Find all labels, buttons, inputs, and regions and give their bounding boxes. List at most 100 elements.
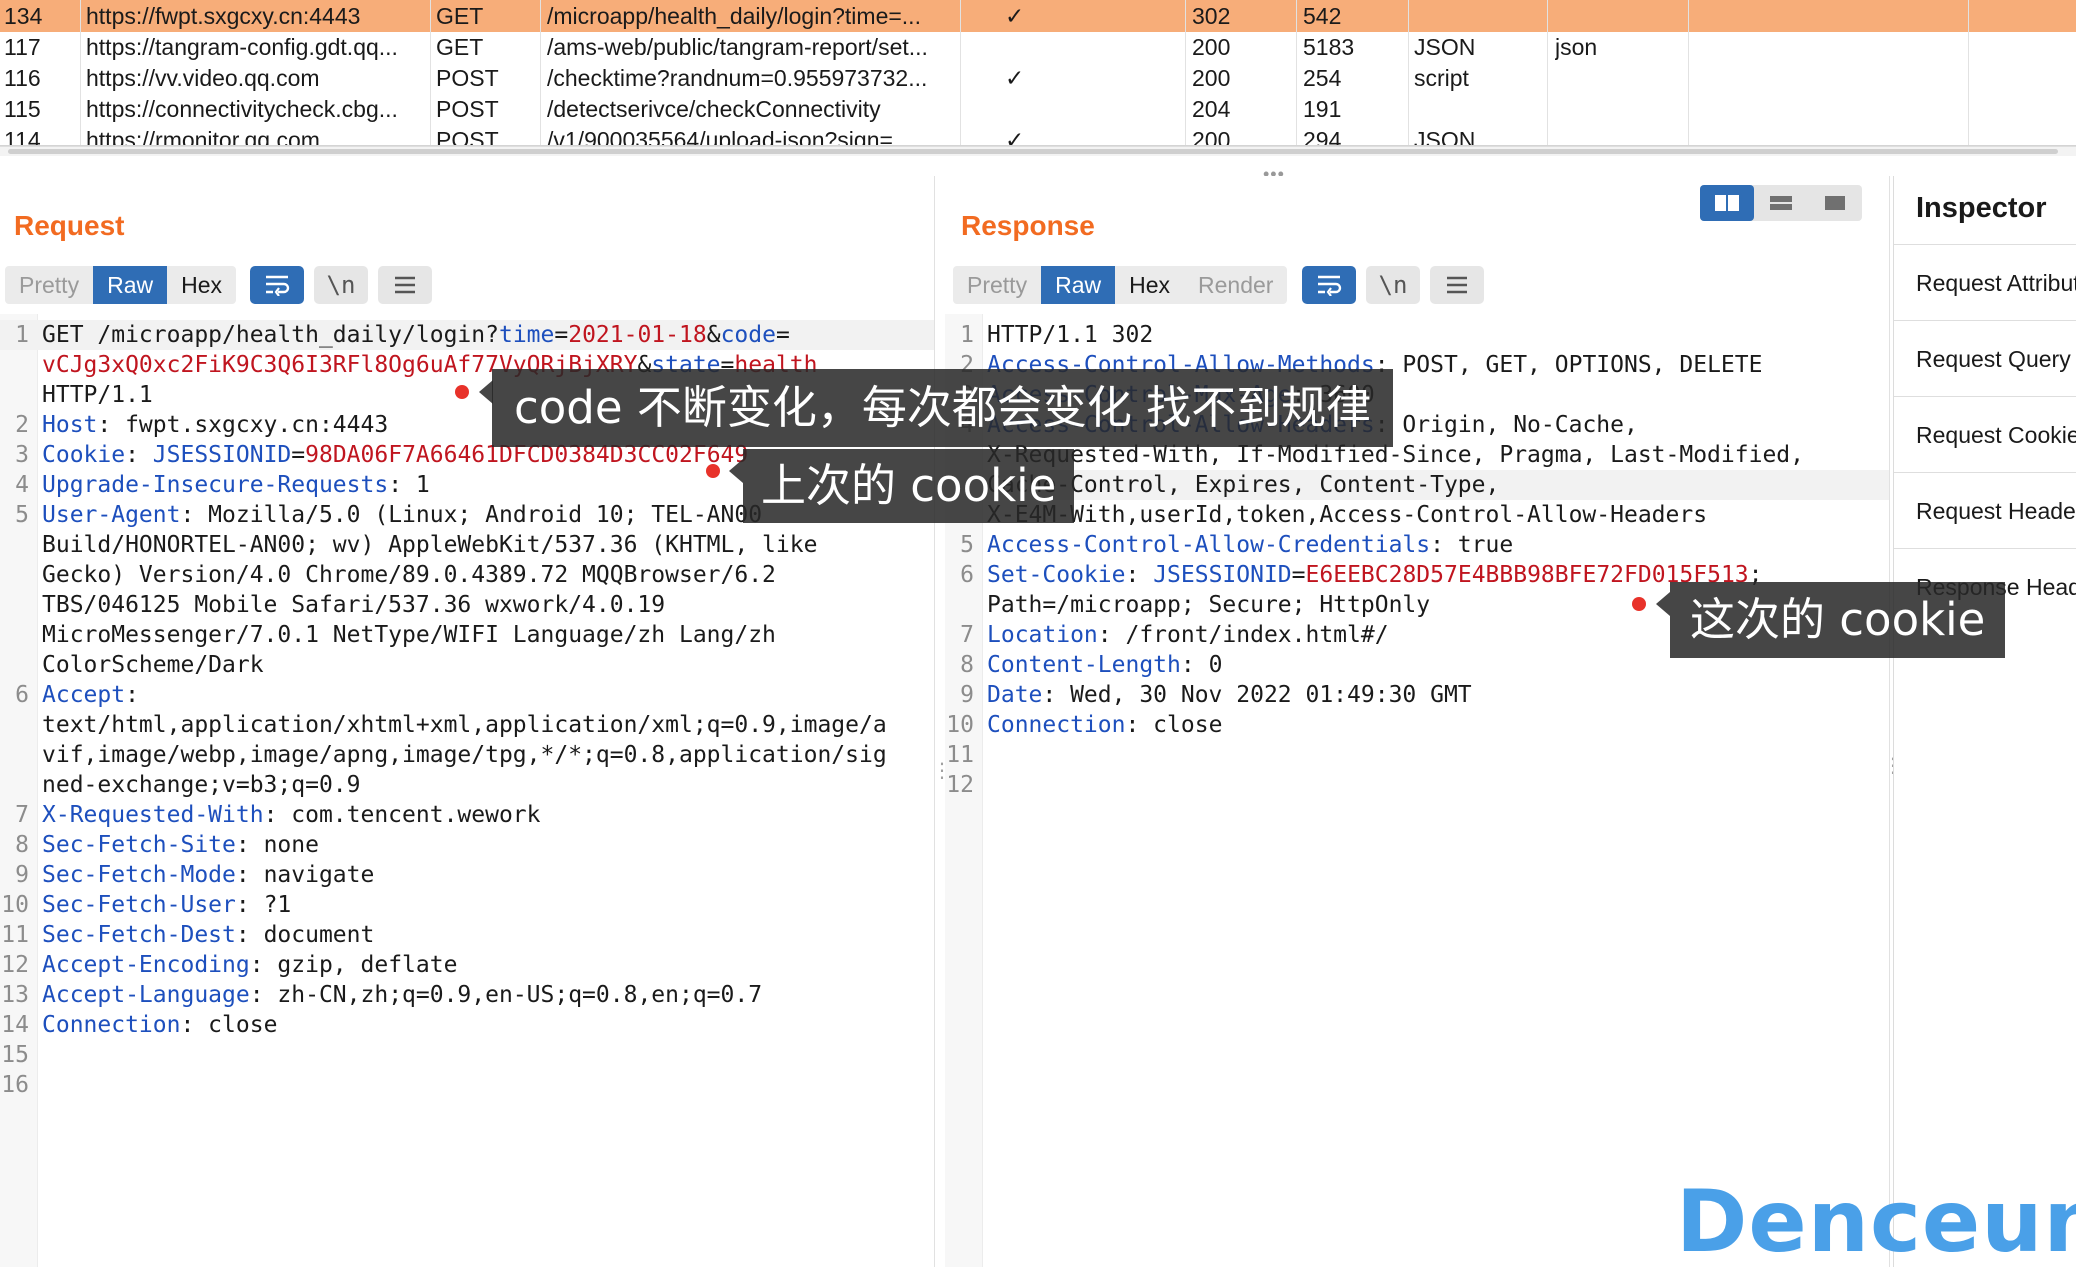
column-divider [1185,0,1186,32]
code-line: ned-exchange;v=b3;q=0.9 [0,770,934,800]
column-divider [430,124,431,145]
code-text: : gzip, deflate [249,952,458,978]
column-divider [1185,124,1186,145]
tab-pretty[interactable]: Pretty [953,266,1041,304]
line-content: Accept-Language: zh-CN,zh;q=0.9,en-US;q=… [42,980,762,1010]
code-line: 12 Accept-Encoding: gzip, deflate [0,950,934,980]
history-cell-id: 115 [4,96,41,122]
line-content: vif,image/webp,image/apng,image/tpg,*/*;… [42,740,887,770]
tab-pretty[interactable]: Pretty [5,266,93,304]
wrap-lines-button[interactable] [1302,266,1356,304]
code-text: ColorScheme/Dark [42,652,264,678]
history-cell-host: https://connectivitycheck.cbg... [86,96,398,122]
history-cell-url: /detectserivce/checkConnectivity [547,96,881,122]
header-key: Accept-Encoding [42,952,250,978]
tab-render[interactable]: Render [1184,266,1287,304]
history-cell-ext: json [1555,34,1598,60]
inspector-request-headers[interactable]: Request Headers [1894,472,2076,548]
inspector-request-cookies[interactable]: Request Cookies [1894,396,2076,472]
code-text: : [125,442,153,468]
show-newlines-button[interactable]: \n [314,266,368,304]
code-text: = [554,322,569,348]
header-key: code [720,322,776,348]
column-divider [1547,93,1548,125]
history-row[interactable]: 117 https://tangram-config.gdt.qq... GET/a… [0,31,2076,63]
code-line: 8 Sec-Fetch-Site: none [0,830,934,860]
line-content: MicroMessenger/7.0.1 NetType/WIFI Langua… [42,620,776,650]
menu-button[interactable] [378,266,432,304]
column-divider [1185,62,1186,94]
show-newlines-button[interactable]: \n [1366,266,1420,304]
line-content: User-Agent: Mozilla/5.0 (Linux; Android … [42,500,762,530]
annotation-marker-last-cookie [706,464,720,478]
code-line: 7 X-Requested-With: com.tencent.wework [0,800,934,830]
layout-stacked-button[interactable] [1754,185,1808,221]
column-divider [1408,93,1409,125]
code-line: Cache-Control, Expires, Content-Type, [945,470,1889,500]
code-text: : document [235,922,375,948]
tab-raw[interactable]: Raw [1041,266,1116,304]
annotation-this-cookie: 这次的 cookie [1670,582,2006,658]
menu-button[interactable] [1430,266,1484,304]
tab-raw[interactable]: Raw [93,266,168,304]
annotation-pointer [729,459,743,483]
code-text: : Wed, 30 Nov 2022 01:49:30 GMT [1042,682,1472,708]
history-row[interactable]: 115 https://connectivitycheck.cbg... POST /… [0,93,2076,125]
request-view-tabs: Pretty Raw Hex [5,266,236,304]
layout-tabs-button[interactable] [1808,185,1862,221]
line-number: 11 [1,922,29,948]
column-divider [1968,93,1969,125]
code-line: 6 Accept: [0,680,934,710]
column-divider [1968,31,1969,63]
layout-toggle [1700,185,1862,221]
line-number: 3 [15,442,29,468]
history-cell-mime: JSON [1414,34,1476,60]
history-row[interactable]: 116 https://vv.video.qq.com POST/checktime… [0,62,2076,94]
header-key: time [498,322,555,348]
tab-hex[interactable]: Hex [167,266,236,304]
column-divider [430,31,431,63]
inspector-request-query-parameters[interactable]: Request Query Parameters [1894,320,2076,396]
wrap-lines-button[interactable] [250,266,304,304]
inspector-title: Inspector [1916,192,2047,224]
code-text: : com.tencent.wework [263,802,541,828]
tab-hex[interactable]: Hex [1115,266,1184,304]
code-line: X-E4M-With,userId,token,Access-Control-A… [945,500,1889,530]
column-divider [540,62,541,94]
column-divider [540,0,541,32]
wrap-icon [1318,275,1342,297]
header-key: Upgrade-Insecure-Requests [42,472,389,498]
history-scrollbar[interactable] [0,146,2076,156]
header-key: Access-Control-Allow-Credentials [987,532,1431,558]
line-content: TBS/046125 Mobile Safari/537.36 wxwork/4… [42,590,665,620]
header-key: Sec-Fetch-Dest [42,922,236,948]
response-editor[interactable]: 1 HTTP/1.1 302 2 Access-Control-Allow-Metho… [945,314,1889,1267]
code-line: 1 GET /microapp/health_daily/login?time=2… [0,320,934,350]
column-divider [960,62,961,94]
history-row[interactable]: 134 https://fwpt.sxgcxy.cn:4443 GET/microa… [0,0,2076,32]
history-row[interactable]: 114 https://rmonitor.qq.com POST/v1/900035… [0,124,2076,146]
history-cell-host: https://rmonitor.qq.com [86,127,320,146]
code-line: 1 HTTP/1.1 302 [945,320,1889,350]
code-line: 9 Sec-Fetch-Mode: navigate [0,860,934,890]
history-cell-mime: script [1414,65,1469,91]
code-line: TBS/046125 Mobile Safari/537.36 wxwork/4… [0,590,934,620]
line-number: 10 [1,892,29,918]
header-key: Sec-Fetch-User [42,892,236,918]
history-scrollbar-thumb[interactable] [8,149,2058,154]
column-divider [960,0,961,32]
hamburger-icon [395,276,415,294]
history-cell-host: https://tangram-config.gdt.qq... [86,34,398,60]
column-divider [960,124,961,145]
hamburger-icon [1447,276,1467,294]
code-text: HTTP/1.1 302 [987,322,1154,348]
history-cell-method: POST [436,65,499,91]
inspector-request-attributes[interactable]: Request Attributes [1894,244,2076,320]
line-content: Sec-Fetch-User: ?1 [42,890,291,920]
line-content: Path=/microapp; Secure; HttpOnly [987,590,1430,620]
line-content: Location: /front/index.html#/ [987,620,1389,650]
line-number: 2 [15,412,29,438]
history-cell-id: 134 [4,3,43,29]
code-text: Gecko) Version/4.0 Chrome/89.0.4389.72 M… [42,562,776,588]
layout-side-by-side-button[interactable] [1700,185,1754,221]
